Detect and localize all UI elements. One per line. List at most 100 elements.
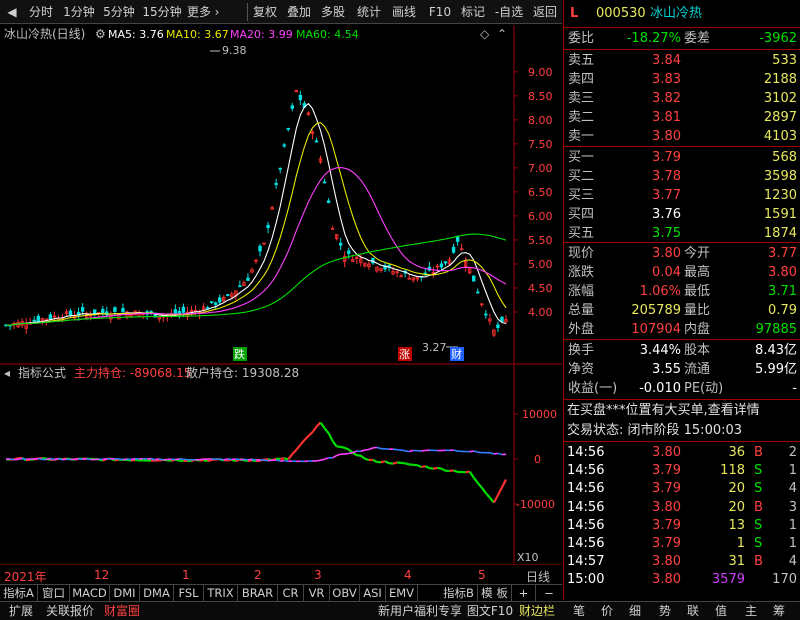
stat-label: 外盘 [568,322,595,337]
tab-fine[interactable]: 细 [622,602,648,620]
tick-row[interactable]: 14:56 3.80 36 B 2 [564,443,800,462]
candle-body [443,261,448,264]
tab-macd[interactable]: MACD [70,585,110,602]
tab-price[interactable]: 价 [594,602,620,620]
tick-row[interactable]: 14:56 3.79 13 S 1 [564,516,800,535]
bid-row[interactable]: 买三 3.77 1230 [564,186,800,205]
tab-trade-detail[interactable]: 笔 [566,602,592,620]
tab-fsl[interactable]: FSL [174,585,204,602]
tab-related-quotes[interactable]: 关联报价 [42,602,98,620]
price-tick-label: 9.00 [528,66,553,79]
tab-emv[interactable]: EMV [386,585,418,602]
f10-button[interactable]: F10 [425,0,455,24]
tick-time: 14:56 [567,445,605,460]
ask-row[interactable]: 卖二 3.81 2897 [564,108,800,127]
bid-label: 买一 [568,150,595,165]
ask-price: 3.82 [652,91,681,106]
tick-price: 3.79 [652,463,681,479]
multi-stock-button[interactable]: 多股 [318,0,348,24]
stat-label: 今开 [684,246,711,261]
tab-vr[interactable]: VR [304,585,330,602]
tab-dma[interactable]: DMA [140,585,174,602]
tab-trix[interactable]: TRIX [204,585,238,602]
tab-trend[interactable]: 势 [652,602,678,620]
tab-indicator-b[interactable]: 指标B [440,585,478,602]
fundamental-row: 收益(一) -0.010 PE(动) - [564,379,800,398]
tab-wealth-circle[interactable]: 财富圈 [100,602,144,620]
ask-row[interactable]: 卖一 3.80 4103 [564,127,800,146]
indicator-collapse-icon[interactable]: ◂ [4,366,10,380]
bid-row[interactable]: 买二 3.78 3598 [564,167,800,186]
tab-value[interactable]: 值 [708,602,734,620]
tab-dmi[interactable]: DMI [110,585,140,602]
period-label[interactable]: 日线 [526,568,550,585]
more-arrow-icon[interactable]: › [212,0,222,24]
tab-finance-sidebar[interactable]: 财边栏 [514,602,560,620]
back-button[interactable]: 返回 [530,0,560,24]
fundamental-value: 8.43亿 [755,343,797,358]
price-tick-label: 7.50 [528,138,553,151]
expand-icon[interactable]: ⌃ [497,27,507,41]
tick-volume: 1 [736,536,745,551]
ask-row[interactable]: 卖三 3.82 3102 [564,89,800,108]
candle-body [314,140,319,143]
diamond-icon[interactable]: ◇ [480,27,490,41]
tick-price: 3.79 [652,481,681,497]
settings-gear-icon[interactable]: ⚙ [95,27,106,41]
ask-row[interactable]: 卖四 3.83 2188 [564,70,800,89]
tab-cr[interactable]: CR [278,585,304,602]
tick-row[interactable]: 14:56 3.79 20 S 4 [564,479,800,498]
tab-template[interactable]: 模 板 [478,585,512,602]
chart-title: 冰山冷热(日线) [4,27,85,41]
tab-intraday[interactable]: 分时 [24,0,58,24]
tab-main[interactable]: 主 [738,602,764,620]
bid-label: 买二 [568,169,595,184]
tab-15min[interactable]: 15分钟 [140,0,184,24]
tab-chips[interactable]: 筹 [766,602,792,620]
tab-asi[interactable]: ASI [360,585,386,602]
tick-price: 3.80 [652,572,681,588]
kline-chart-svg[interactable]: 9.00 8.50 8.00 7.50 7.00 6.50 6.00 5.50 5.00 4.50… [0,25,562,566]
x-label-feb: 2 [254,568,262,582]
retail-position-segment [473,450,478,453]
tab-obv[interactable]: OBV [330,585,360,602]
tab-new-user-benefit[interactable]: 新用户福利专享 [376,602,464,620]
tab-linked[interactable]: 联 [680,602,706,620]
bid-row[interactable]: 买一 3.79 568 [564,148,800,167]
tab-extend[interactable]: 扩展 [2,602,40,620]
chart-area[interactable]: 9.00 8.50 8.00 7.50 7.00 6.50 6.00 5.50 5.00 4.50… [0,25,562,566]
tab-brar[interactable]: BRAR [238,585,278,602]
big-order-notice[interactable]: 在买盘***位置有大买单,查看详情 [564,401,800,421]
retail-position-segment [263,459,269,462]
tick-time: 15:00 [567,572,605,588]
restore-right-button[interactable]: 复权 [250,0,280,24]
ask-row[interactable]: 卖五 3.84 533 [564,51,800,70]
fundamental-row: 净资 3.55 流通 5.99亿 [564,360,800,379]
retail-position-segment [219,458,224,461]
add-watchlist-button[interactable]: -自选 [492,0,526,24]
tick-row[interactable]: 14:57 3.80 31 B 4 [564,552,800,571]
bid-row[interactable]: 买五 3.75 1874 [564,224,800,243]
tab-indicator-a[interactable]: 指标A [0,585,38,602]
statistics-button[interactable]: 统计 [354,0,384,24]
remove-window-button[interactable]: − [536,585,562,602]
indicator-tick-label: -10000 [516,498,555,511]
price-tick-label: 4.00 [528,306,553,319]
tab-window[interactable]: 窗口 [38,585,70,602]
bid-row[interactable]: 买四 3.76 1591 [564,205,800,224]
retail-position-segment [251,458,257,461]
draw-line-button[interactable]: 画线 [389,0,419,24]
tab-graphic-f10[interactable]: 图文F10 [466,602,514,620]
tick-row[interactable]: 14:56 3.79 118 S 1 [564,461,800,480]
tab-5min[interactable]: 5分钟 [100,0,138,24]
add-window-button[interactable]: + [512,585,536,602]
tab-1min[interactable]: 1分钟 [60,0,98,24]
toolbar-menu-icon[interactable]: ◀ [4,0,20,24]
mark-button[interactable]: 标记 [458,0,488,24]
tick-row[interactable]: 15:00 3.80 3579 170 [564,570,800,589]
overlay-button[interactable]: 叠加 [284,0,314,24]
tick-volume: 20 [728,481,745,497]
tick-row[interactable]: 14:56 3.79 1 S 1 [564,534,800,553]
tick-row[interactable]: 14:56 3.80 20 B 3 [564,498,800,517]
tab-more[interactable]: 更多 [186,0,212,24]
